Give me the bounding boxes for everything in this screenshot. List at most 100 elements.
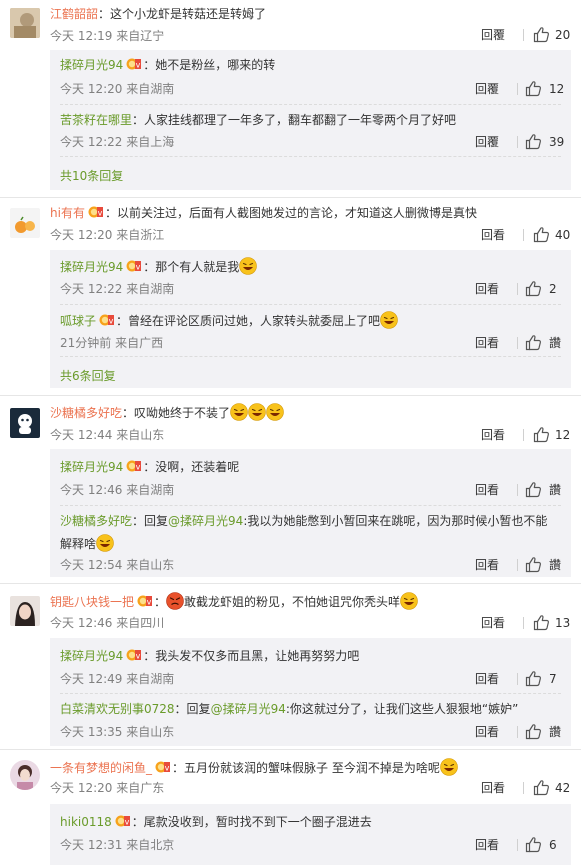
like-count[interactable]: 7 — [549, 670, 557, 688]
divider — [517, 673, 518, 685]
reply-button[interactable]: 回覆 — [475, 133, 499, 151]
reply-text: 解释啥 — [60, 537, 97, 551]
reply-actions: 回看 7 — [451, 670, 571, 688]
reply-meta: 今天 12:49 来自湖南 — [60, 672, 175, 686]
username-link[interactable]: 沙糖橘多好吃 — [50, 406, 122, 420]
more-replies-link[interactable]: 共10条回复 — [60, 167, 123, 185]
username-link[interactable]: 揉碎月光94 — [60, 58, 123, 72]
reply-item: 揉碎月光94 ：她不是粉丝，哪来的转 — [60, 56, 571, 73]
username-link[interactable]: 江鹤韶韶 — [50, 7, 98, 21]
divider — [517, 839, 518, 851]
laughing-emoji-icon — [248, 403, 266, 421]
username-link[interactable]: 呱球子 — [60, 314, 96, 328]
divider — [523, 229, 524, 241]
reply-actions: 回看 讚 — [451, 334, 571, 352]
reply-meta: 今天 12:31 来自北京 — [60, 838, 175, 852]
divider — [60, 304, 561, 306]
reply-button[interactable]: 回覆 — [481, 26, 505, 44]
thumbs-up-icon[interactable] — [525, 481, 542, 498]
like-count[interactable]: 讚 — [549, 481, 561, 499]
thumbs-up-icon[interactable] — [533, 226, 550, 243]
comment-meta: 今天 12:20 来自浙江 — [50, 228, 165, 242]
reply-actions: 回看 讚 — [451, 481, 571, 499]
avatar[interactable] — [10, 8, 40, 38]
thumbs-up-icon[interactable] — [525, 836, 542, 853]
more-replies-link[interactable]: 共6条回复 — [60, 367, 116, 385]
comment-actions: 回看 40 — [441, 226, 581, 244]
thumbs-up-icon[interactable] — [525, 670, 542, 687]
reply-text: :我以为她能憋到小暂回来在跳呢，因为那时候小暂也不能 — [243, 514, 548, 528]
like-count[interactable]: 讚 — [549, 556, 561, 574]
thumbs-up-icon[interactable] — [533, 426, 550, 443]
username-link[interactable]: 钥匙八块钱一把 — [50, 595, 134, 609]
reply-button[interactable]: 回看 — [475, 334, 499, 352]
reply-button[interactable]: 回看 — [475, 481, 499, 499]
username-link[interactable]: hi有有 — [50, 206, 85, 220]
reply-button[interactable]: 回看 — [481, 779, 505, 797]
like-count[interactable]: 20 — [555, 26, 570, 44]
username-link[interactable]: 白菜清欢无别事0728 — [60, 702, 175, 716]
like-count[interactable]: 2 — [549, 280, 557, 298]
thumbs-up-icon[interactable] — [525, 334, 542, 351]
divider — [517, 484, 518, 496]
reply-item: 呱球子 ：曾经在评论区质问过她，人家转头就委屈上了吧 — [60, 311, 571, 329]
reply-item: 沙糖橘多好吃：回复@揉碎月光94:我以为她能憋到小暂回来在跳呢，因为那时候小暂也… — [60, 512, 571, 529]
reply-button[interactable]: 回看 — [475, 670, 499, 688]
divider — [60, 104, 561, 106]
username-link[interactable]: 沙糖橘多好吃 — [60, 514, 132, 528]
laughing-emoji-icon — [266, 403, 284, 421]
username-link[interactable]: 苦茶籽在哪里 — [60, 113, 132, 127]
username-link[interactable]: 揉碎月光94 — [60, 649, 123, 663]
comment-line: 沙糖橘多好吃：叹呦她终于不装了 — [50, 403, 284, 422]
divider — [517, 726, 518, 738]
thumbs-up-icon[interactable] — [525, 80, 542, 97]
reply-button[interactable]: 回看 — [475, 836, 499, 854]
reply-meta: 今天 12:20 来自湖南 — [60, 82, 175, 96]
username-link[interactable]: hiki0118 — [60, 815, 112, 829]
reply-item: 揉碎月光94 ：那个有人就是我 — [60, 257, 571, 275]
avatar[interactable] — [10, 596, 40, 626]
username-link[interactable]: 揉碎月光94 — [60, 460, 123, 474]
thumbs-up-icon[interactable] — [533, 614, 550, 631]
reply-button[interactable]: 回看 — [475, 556, 499, 574]
thumbs-up-icon[interactable] — [533, 779, 550, 796]
thumbs-up-icon[interactable] — [533, 26, 550, 43]
like-count[interactable]: 13 — [555, 614, 570, 632]
avatar[interactable] — [10, 208, 40, 238]
reply-button[interactable]: 回看 — [475, 280, 499, 298]
reply-text: ：没啊，还装着呢 — [143, 460, 240, 474]
like-count[interactable]: 40 — [555, 226, 570, 244]
reply-text: ：尾款没收到，暂时找不到下一个圈子混进去 — [131, 815, 372, 829]
vip-badge-icon — [126, 648, 142, 662]
reply-meta: 今天 12:22 来自湖南 — [60, 282, 175, 296]
like-count[interactable]: 39 — [549, 133, 564, 151]
mention-link[interactable]: @揉碎月光94 — [168, 514, 243, 528]
like-count[interactable]: 讚 — [549, 334, 561, 352]
reply-button[interactable]: 回看 — [475, 723, 499, 741]
reply-list: 揉碎月光94 ：我头发不仅多而且黑，让她再努努力吧 今天 12:49 来自湖南 回… — [50, 638, 571, 746]
thumbs-up-icon[interactable] — [525, 723, 542, 740]
thumbs-up-icon[interactable] — [525, 280, 542, 297]
divider — [523, 29, 524, 41]
avatar[interactable] — [10, 408, 40, 438]
reply-button[interactable]: 回看 — [481, 426, 505, 444]
username-link[interactable]: 揉碎月光94 — [60, 260, 123, 274]
reply-actions: 回看 讚 — [451, 556, 571, 574]
like-count[interactable]: 6 — [549, 836, 557, 854]
like-count[interactable]: 42 — [555, 779, 570, 797]
divider — [60, 693, 561, 695]
like-count[interactable]: 12 — [549, 80, 564, 98]
thumbs-up-icon[interactable] — [525, 556, 542, 573]
like-count[interactable]: 讚 — [549, 723, 561, 741]
mention-link[interactable]: @揉碎月光94 — [211, 702, 286, 716]
thumbs-up-icon[interactable] — [525, 133, 542, 150]
reply-list: 揉碎月光94 ：她不是粉丝，哪来的转 今天 12:20 来自湖南 回覆 12 苦茶… — [50, 50, 571, 190]
reply-button[interactable]: 回看 — [481, 226, 505, 244]
avatar[interactable] — [10, 760, 40, 790]
comment-actions: 回看 42 — [441, 779, 581, 797]
reply-button[interactable]: 回覆 — [475, 80, 499, 98]
divider — [523, 429, 524, 441]
like-count[interactable]: 12 — [555, 426, 570, 444]
reply-button[interactable]: 回看 — [481, 614, 505, 632]
username-link[interactable]: 一条有梦想的闲鱼_ — [50, 761, 152, 775]
